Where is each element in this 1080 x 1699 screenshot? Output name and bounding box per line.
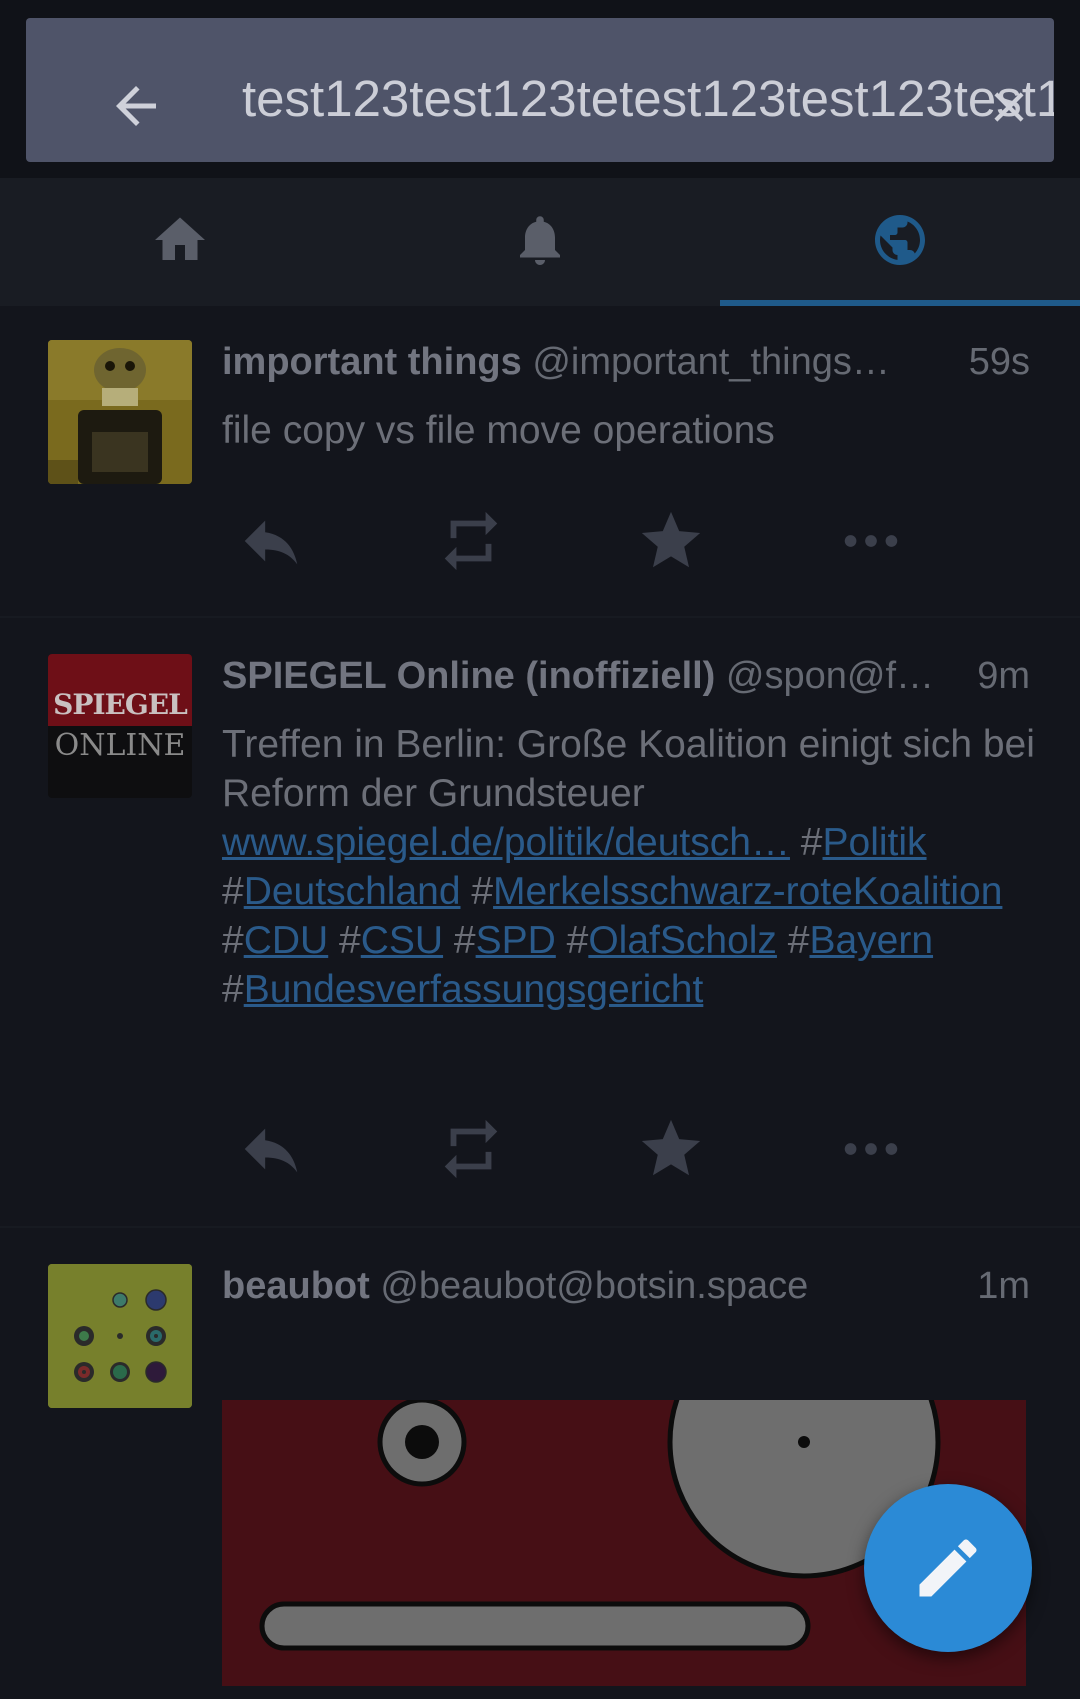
display-name[interactable]: beaubot [222, 1265, 370, 1307]
avatar-text-bottom: ONLINE [54, 728, 186, 763]
favourite-icon[interactable] [636, 1114, 706, 1184]
tab-home[interactable] [0, 178, 360, 306]
status-content: file copy vs file move operations [222, 409, 775, 452]
bell-icon [520, 216, 560, 265]
search-input[interactable]: test123test123tetest123test123test123 [242, 68, 1054, 129]
tab-notifications[interactable] [360, 178, 720, 306]
status-link[interactable]: www.spiegel.de/politik/deutsch… [222, 821, 790, 864]
hashtag-link[interactable]: CDU [244, 919, 329, 962]
home-icon [155, 217, 205, 260]
hashtag-link[interactable]: Bayern [809, 919, 933, 962]
hashtag-link[interactable]: Politik [823, 821, 927, 864]
robot-avatar-image [48, 340, 192, 484]
status-item[interactable]: SPIEGEL ONLINE SPIEGEL Online (inoffizie… [0, 620, 1080, 1228]
status-time: 59s [956, 340, 1030, 386]
reply-icon[interactable] [236, 1114, 306, 1184]
status-actions [222, 506, 962, 586]
reply-icon[interactable] [236, 506, 306, 576]
dots-avatar-image [48, 1264, 192, 1408]
boost-icon[interactable] [436, 506, 506, 576]
status-time: 9m [965, 654, 1030, 700]
avatar[interactable] [48, 340, 192, 484]
arrow-left-icon[interactable] [106, 76, 166, 136]
hashtag-link[interactable]: CSU [361, 919, 443, 962]
status-content: Treffen in Berlin: Große Koalition einig… [222, 723, 1035, 1011]
timeline-tabs [0, 178, 1080, 306]
tab-federated[interactable] [720, 178, 1080, 306]
search-bar: test123test123tetest123test123test123 [26, 18, 1054, 162]
more-icon[interactable] [836, 1114, 906, 1184]
status-time: 1m [965, 1264, 1030, 1310]
display-name[interactable]: important things [222, 341, 522, 383]
avatar[interactable]: SPIEGEL ONLINE [48, 654, 192, 798]
pencil-icon [919, 1539, 977, 1597]
account-handle: @spon@f… [725, 655, 935, 697]
close-icon[interactable] [984, 82, 1034, 132]
status-actions [222, 1114, 962, 1194]
hashtag-link[interactable]: Bundesverfassungsgericht [244, 968, 704, 1011]
boost-icon[interactable] [436, 1114, 506, 1184]
favourite-icon[interactable] [636, 506, 706, 576]
more-icon[interactable] [836, 506, 906, 576]
hashtag-link[interactable]: Deutschland [244, 870, 461, 913]
avatar-text-top: SPIEGEL [53, 688, 188, 721]
globe-icon [875, 215, 925, 265]
status-header: important things @important_things… 59s [222, 340, 1030, 386]
status-text: Treffen in Berlin: Große Koalition einig… [222, 723, 1035, 815]
hashtag-link[interactable]: Merkelsschwarz-roteKoalition [493, 870, 1002, 913]
status-header: SPIEGEL Online (inoffiziell) @spon@f… 9m [222, 654, 1030, 700]
hashtag-link[interactable]: SPD [476, 919, 556, 962]
status-header: beaubot @beaubot@botsin.space 1m [222, 1264, 1030, 1310]
account-handle: @important_things… [532, 341, 890, 383]
account-handle: @beaubot@botsin.space [380, 1265, 809, 1307]
avatar[interactable] [48, 1264, 192, 1408]
display-name[interactable]: SPIEGEL Online (inoffiziell) [222, 655, 715, 697]
status-item[interactable]: important things @important_things… 59s … [0, 306, 1080, 618]
compose-button[interactable] [864, 1484, 1032, 1652]
hashtag-link[interactable]: OlafScholz [588, 919, 777, 962]
